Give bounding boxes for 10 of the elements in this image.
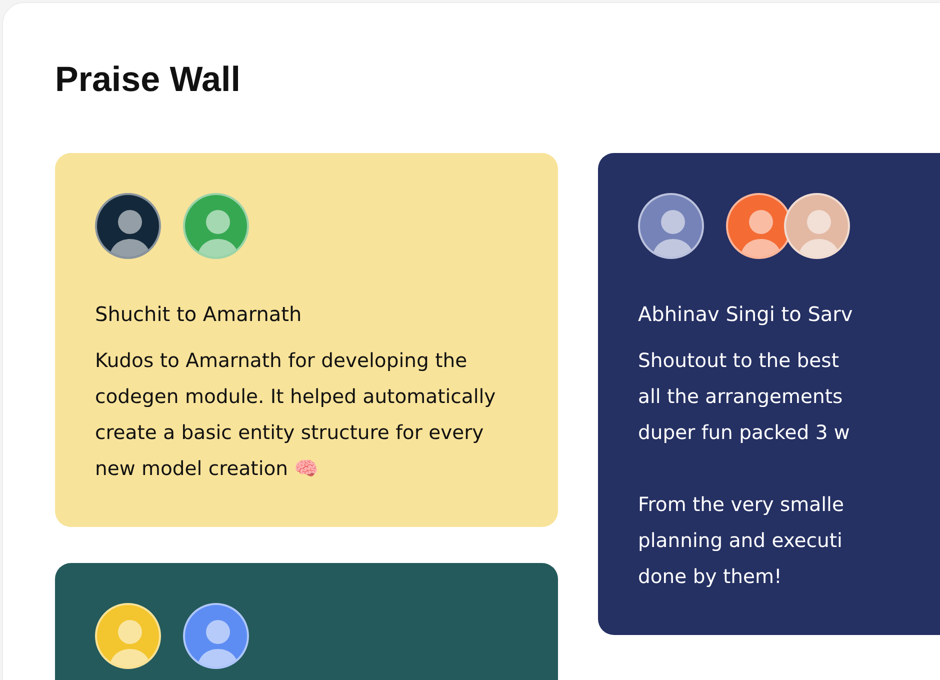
praise-message: Kudos to Amarnath for developing the codegen module. It helped automatically create a basic entity structure for every new model creation 🧠 bbox=[95, 348, 497, 482]
praise-message-line: From the very smalle bbox=[638, 492, 845, 518]
praise-message-line: done by them! bbox=[638, 564, 783, 590]
page-title: Praise Wall bbox=[55, 59, 242, 101]
praise-heading: Shuchit to Amarnath bbox=[95, 301, 303, 328]
praise-message-line: Shoutout to the best bbox=[638, 348, 840, 374]
praise-heading: Abhinav Singi to Sarv bbox=[638, 301, 854, 328]
praise-message-line: all the arrangements bbox=[638, 384, 844, 410]
praise-message-line: duper fun packed 3 w bbox=[638, 420, 851, 446]
praise-message-line: planning and executi bbox=[638, 528, 844, 554]
